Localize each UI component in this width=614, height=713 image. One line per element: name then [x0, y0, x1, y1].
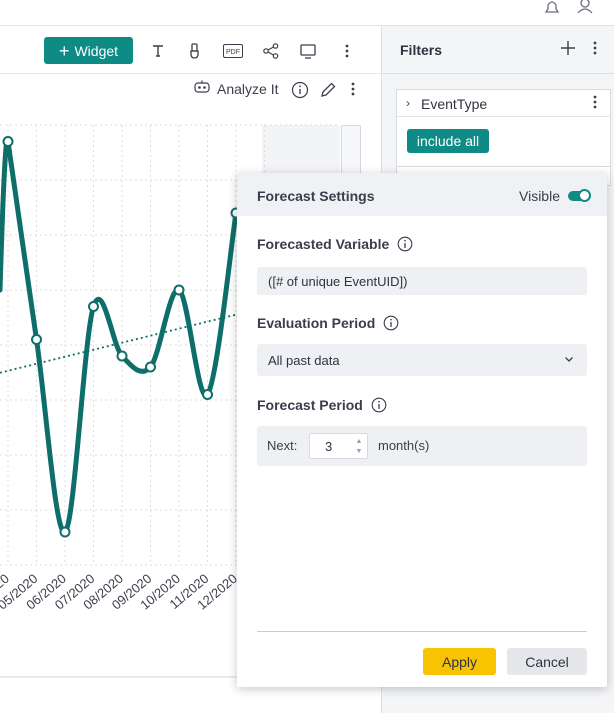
robot-icon [193, 80, 211, 97]
months-unit-label: month(s) [378, 438, 430, 453]
visible-toggle[interactable] [568, 189, 591, 202]
forecasted-variable-label: Forecasted Variable [257, 236, 390, 252]
info-icon[interactable] [397, 236, 413, 252]
dialog-divider [257, 631, 587, 632]
series-line-extension [0, 137, 11, 293]
plus-icon: + [58, 40, 70, 61]
filter-card-header: › EventType [397, 90, 610, 117]
forecast-months-value: 3 [325, 439, 333, 454]
info-icon[interactable] [371, 397, 387, 413]
chevron-down-icon[interactable]: ▼ [355, 447, 363, 456]
bell-icon[interactable] [543, 0, 563, 16]
forecast-period-box: Next: 3 ▲ ▼ month(s) [257, 426, 587, 466]
app-root: + Widget PDF Analyze It 20 05/2020 06/20… [0, 0, 614, 713]
forecasted-variable-heading: Forecasted Variable [257, 236, 413, 252]
filters-title: Filters [400, 42, 443, 58]
forecast-period-label: Forecast Period [257, 397, 363, 413]
widget-toolbar: + Widget PDF [0, 27, 381, 74]
text-icon[interactable] [148, 41, 168, 61]
forecasted-variable-field[interactable]: ([# of unique EventUID]) [257, 267, 587, 295]
next-label: Next: [267, 438, 298, 453]
more-vertical-icon[interactable] [337, 41, 357, 61]
plus-icon[interactable] [560, 40, 580, 60]
x-axis-labels: 2005/202006/202007/202008/202009/202010/… [0, 571, 268, 613]
add-widget-label: Widget [74, 42, 119, 59]
analyze-it-button[interactable]: Analyze It [193, 80, 278, 97]
info-icon[interactable] [383, 315, 399, 331]
pdf-icon-label: PDF [226, 49, 240, 56]
data-point [145, 361, 156, 373]
top-bar [0, 0, 614, 26]
forecast-settings-dialog: Forecast Settings Visible Forecasted Var… [237, 173, 607, 687]
cancel-button[interactable]: Cancel [507, 648, 587, 675]
visible-label: Visible [519, 188, 560, 204]
forecast-period-heading: Forecast Period [257, 397, 387, 413]
filters-header: Filters [382, 26, 614, 74]
chevron-right-icon[interactable]: › [406, 96, 410, 110]
monitor-icon[interactable] [298, 41, 318, 61]
data-point [116, 350, 128, 362]
analyze-it-label: Analyze It [217, 80, 279, 97]
evaluation-period-value: All past data [268, 353, 340, 368]
more-vertical-icon[interactable] [593, 94, 605, 112]
chevron-up-icon[interactable]: ▲ [355, 437, 363, 446]
evaluation-period-label: Evaluation Period [257, 315, 376, 331]
data-point [173, 284, 185, 296]
add-widget-button[interactable]: + Widget [44, 37, 133, 64]
forecast-months-stepper[interactable]: 3 ▲ ▼ [309, 433, 368, 459]
forecasted-variable-value: ([# of unique EventUID]) [268, 274, 408, 289]
data-point [202, 389, 213, 400]
chart-header: Analyze It [0, 75, 381, 105]
forecast-title: Forecast Settings [257, 188, 375, 204]
user-icon[interactable] [576, 0, 596, 16]
include-all-button[interactable]: include all [407, 129, 489, 153]
apply-button[interactable]: Apply [423, 648, 496, 675]
share-icon[interactable] [261, 41, 281, 61]
more-vertical-icon[interactable] [351, 81, 361, 99]
pencil-icon[interactable] [319, 81, 337, 99]
data-point [88, 301, 99, 312]
data-point [31, 334, 42, 345]
evaluation-period-heading: Evaluation Period [257, 315, 399, 331]
evaluation-period-dropdown[interactable]: All past data [257, 344, 587, 376]
filter-label: EventType [421, 96, 488, 112]
data-point [59, 526, 71, 538]
info-icon[interactable] [291, 81, 309, 99]
filter-card-eventtype: › EventType include all [396, 89, 611, 169]
chevron-down-icon [563, 353, 577, 367]
pdf-icon[interactable]: PDF [222, 41, 244, 61]
forecast-header: Forecast Settings Visible [237, 173, 607, 216]
data-point [2, 136, 14, 147]
paint-brush-icon[interactable] [185, 41, 205, 61]
more-vertical-icon[interactable] [593, 40, 603, 60]
toggle-knob [578, 189, 591, 202]
